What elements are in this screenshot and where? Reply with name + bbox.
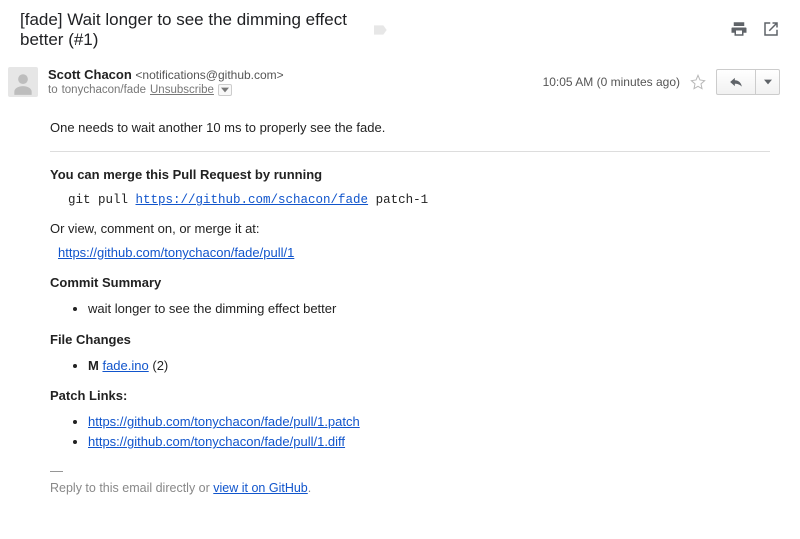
list-item: wait longer to see the dimming effect be… <box>88 300 770 318</box>
email-body: One needs to wait another 10 ms to prope… <box>0 101 800 511</box>
email-subject: [fade] Wait longer to see the dimming ef… <box>20 10 362 50</box>
details-dropdown[interactable] <box>218 84 232 96</box>
message-header: Scott Chacon <notifications@github.com> … <box>0 59 800 101</box>
list-item: https://github.com/tonychacon/fade/pull/… <box>88 433 770 451</box>
footer-prefix: Reply to this email directly or <box>50 481 213 495</box>
diff-link[interactable]: https://github.com/tonychacon/fade/pull/… <box>88 434 345 449</box>
files-heading: File Changes <box>50 331 770 349</box>
more-actions-button[interactable] <box>756 69 780 95</box>
open-new-window-icon[interactable] <box>762 20 780 41</box>
label-icon[interactable] <box>372 22 388 38</box>
star-icon[interactable] <box>690 74 706 90</box>
footer-suffix: . <box>308 481 311 495</box>
toolbar-icons <box>730 20 780 41</box>
sender-name: Scott Chacon <box>48 67 132 82</box>
message-meta: 10:05 AM (0 minutes ago) <box>543 67 780 95</box>
file-link[interactable]: fade.ino <box>102 358 148 373</box>
recipient-name: tonychacon/fade <box>62 84 146 96</box>
commit-list: wait longer to see the dimming effect be… <box>50 300 770 318</box>
list-item: https://github.com/tonychacon/fade/pull/… <box>88 413 770 431</box>
separator <box>50 151 770 152</box>
intro-text: One needs to wait another 10 ms to prope… <box>50 119 770 137</box>
merge-heading: You can merge this Pull Request by runni… <box>50 166 770 184</box>
sender-block: Scott Chacon <notifications@github.com> … <box>48 67 543 96</box>
print-icon[interactable] <box>730 20 748 41</box>
git-command: git pull https://github.com/schacon/fade… <box>68 192 770 210</box>
list-item: M fade.ino (2) <box>88 357 770 375</box>
reply-button[interactable] <box>716 69 756 95</box>
cmd-suffix: patch-1 <box>368 193 428 207</box>
or-text: Or view, comment on, or merge it at: <box>50 220 770 238</box>
recipient-prefix: to <box>48 84 58 96</box>
file-count: (2) <box>152 358 168 373</box>
cmd-url-link[interactable]: https://github.com/schacon/fade <box>136 193 369 207</box>
view-on-github-link[interactable]: view it on GitHub <box>213 481 307 495</box>
timestamp: 10:05 AM (0 minutes ago) <box>543 75 680 89</box>
pr-url-link[interactable]: https://github.com/tonychacon/fade/pull/… <box>58 245 294 260</box>
unsubscribe-link[interactable]: Unsubscribe <box>150 84 214 96</box>
patch-heading: Patch Links: <box>50 387 770 405</box>
avatar <box>8 67 38 97</box>
subject-bar: [fade] Wait longer to see the dimming ef… <box>0 0 800 59</box>
patch-list: https://github.com/tonychacon/fade/pull/… <box>50 413 770 451</box>
reply-button-group <box>716 69 780 95</box>
sender-email: <notifications@github.com> <box>135 68 283 82</box>
files-list: M fade.ino (2) <box>50 357 770 375</box>
footer-line: Reply to this email directly or view it … <box>50 480 770 498</box>
commit-heading: Commit Summary <box>50 274 770 292</box>
patch-link[interactable]: https://github.com/tonychacon/fade/pull/… <box>88 414 360 429</box>
file-marker: M <box>88 358 99 373</box>
sender-line: Scott Chacon <notifications@github.com> <box>48 67 543 82</box>
recipient-line: to tonychacon/fade Unsubscribe <box>48 84 543 96</box>
footer-dash: — <box>50 462 770 480</box>
cmd-prefix: git pull <box>68 193 136 207</box>
